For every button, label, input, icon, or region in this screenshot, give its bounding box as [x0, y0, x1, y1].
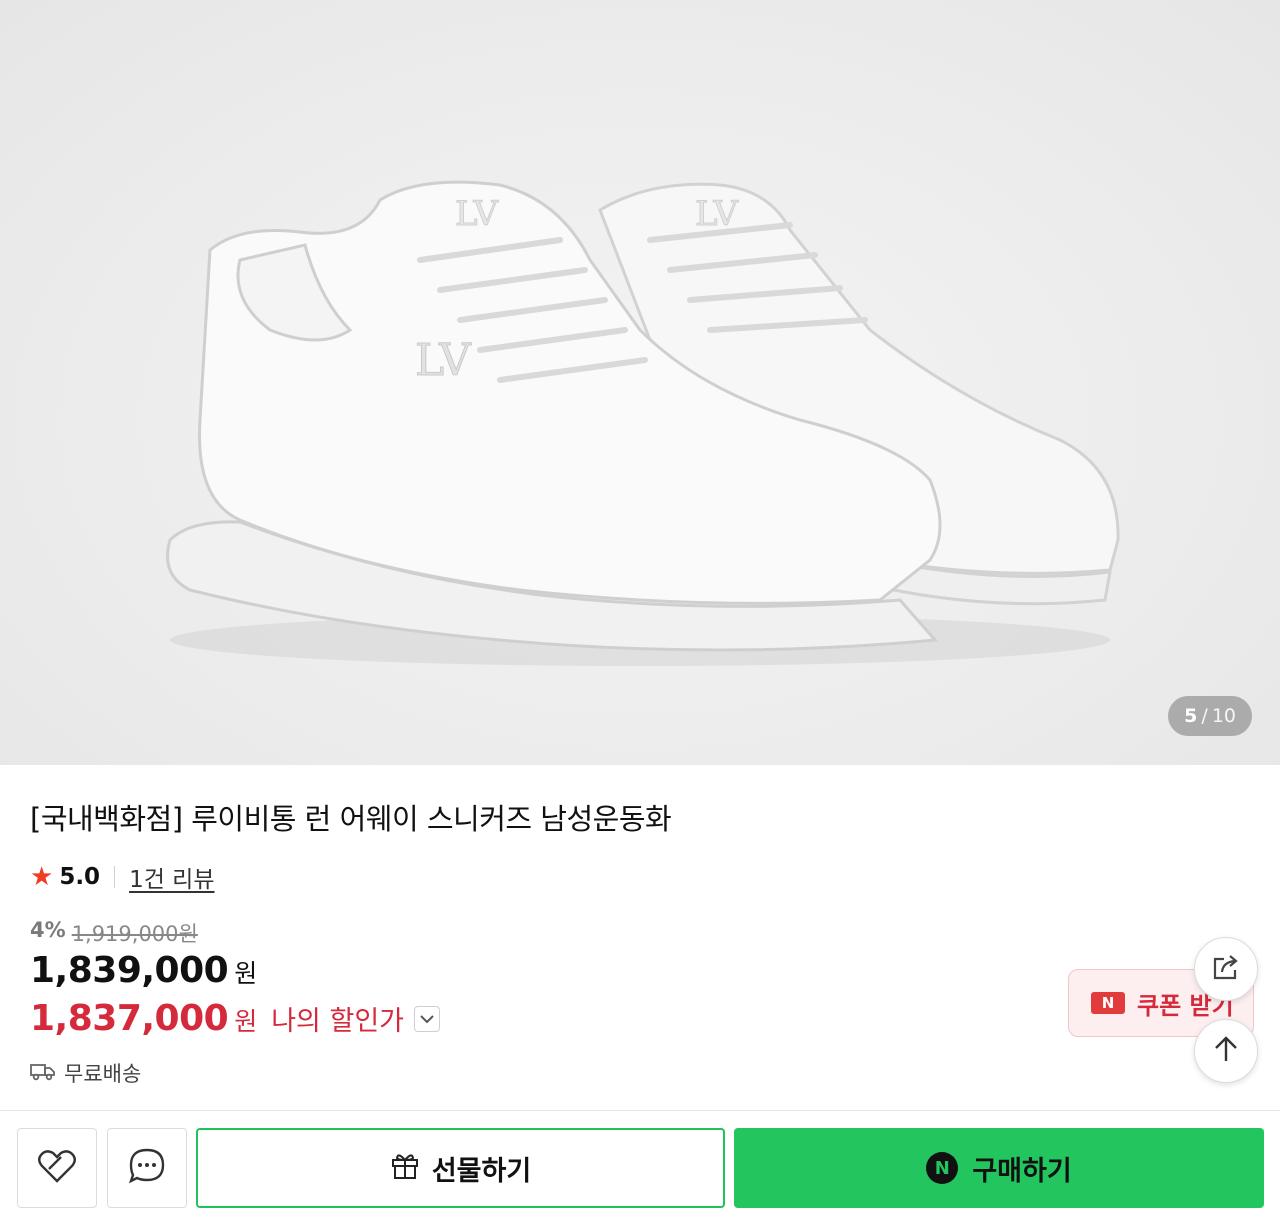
scroll-top-button[interactable]: [1194, 1019, 1258, 1083]
star-icon: ★: [30, 862, 54, 892]
product-image: LV LV LV: [166, 180, 1120, 666]
gift-icon: [390, 1150, 420, 1187]
my-discount-label: 나의 할인가: [271, 1006, 405, 1037]
chevron-down-icon[interactable]: [414, 1005, 441, 1032]
shipping-label: 무료배송: [64, 1062, 142, 1086]
bottom-bar-divider: [0, 1110, 1280, 1111]
discount-percent: 4%: [30, 918, 66, 942]
svg-text:LV: LV: [415, 335, 472, 386]
sale-price-unit: 원: [234, 959, 258, 988]
svg-text:LV: LV: [695, 194, 740, 234]
buy-button[interactable]: N 구매하기: [734, 1128, 1264, 1208]
my-discount-price-unit: 원: [234, 1007, 258, 1036]
product-image-gallery[interactable]: LV LV LV 5 / 10: [0, 0, 1280, 765]
naver-coupon-badge: N: [1091, 992, 1125, 1014]
share-button[interactable]: [1194, 937, 1258, 1001]
product-title: [국내백화점] 루이비통 런 어웨이 스니커즈 남성운동화: [30, 802, 672, 836]
gift-button[interactable]: 선물하기: [196, 1128, 725, 1208]
shipping-info: 무료배송: [30, 1058, 141, 1088]
original-price: 1,919,000원: [71, 922, 198, 946]
naver-pay-icon: N: [926, 1152, 959, 1184]
arrow-up-icon: [1213, 1035, 1239, 1067]
image-counter-total: 10: [1211, 705, 1236, 727]
heart-icon: [37, 1148, 77, 1188]
sale-price: 1,839,000: [30, 950, 229, 991]
image-counter-current: 5: [1184, 705, 1198, 727]
wishlist-button[interactable]: [17, 1128, 97, 1208]
image-counter: 5 / 10: [1168, 696, 1252, 736]
original-price-row: 4% 1,919,000원: [30, 918, 198, 948]
truck-icon: [30, 1061, 56, 1086]
image-counter-separator: /: [1201, 705, 1208, 727]
rating-divider: [114, 866, 116, 888]
my-discount-price: 1,837,000: [30, 998, 229, 1039]
sale-price-row: 1,839,000 원: [30, 950, 257, 991]
rating-score: 5.0: [59, 864, 101, 890]
talk-button[interactable]: [107, 1128, 187, 1208]
chat-icon: [127, 1146, 167, 1190]
rating-row: ★ 5.0 1건 리뷰: [30, 860, 215, 894]
share-icon: [1211, 953, 1241, 985]
buy-label: 구매하기: [972, 1155, 1072, 1187]
gift-label: 선물하기: [431, 1155, 532, 1187]
my-discount-price-row[interactable]: 1,837,000 원 나의 할인가: [30, 998, 441, 1039]
svg-text:LV: LV: [455, 194, 500, 234]
reviews-link[interactable]: 1건 리뷰: [129, 860, 214, 894]
